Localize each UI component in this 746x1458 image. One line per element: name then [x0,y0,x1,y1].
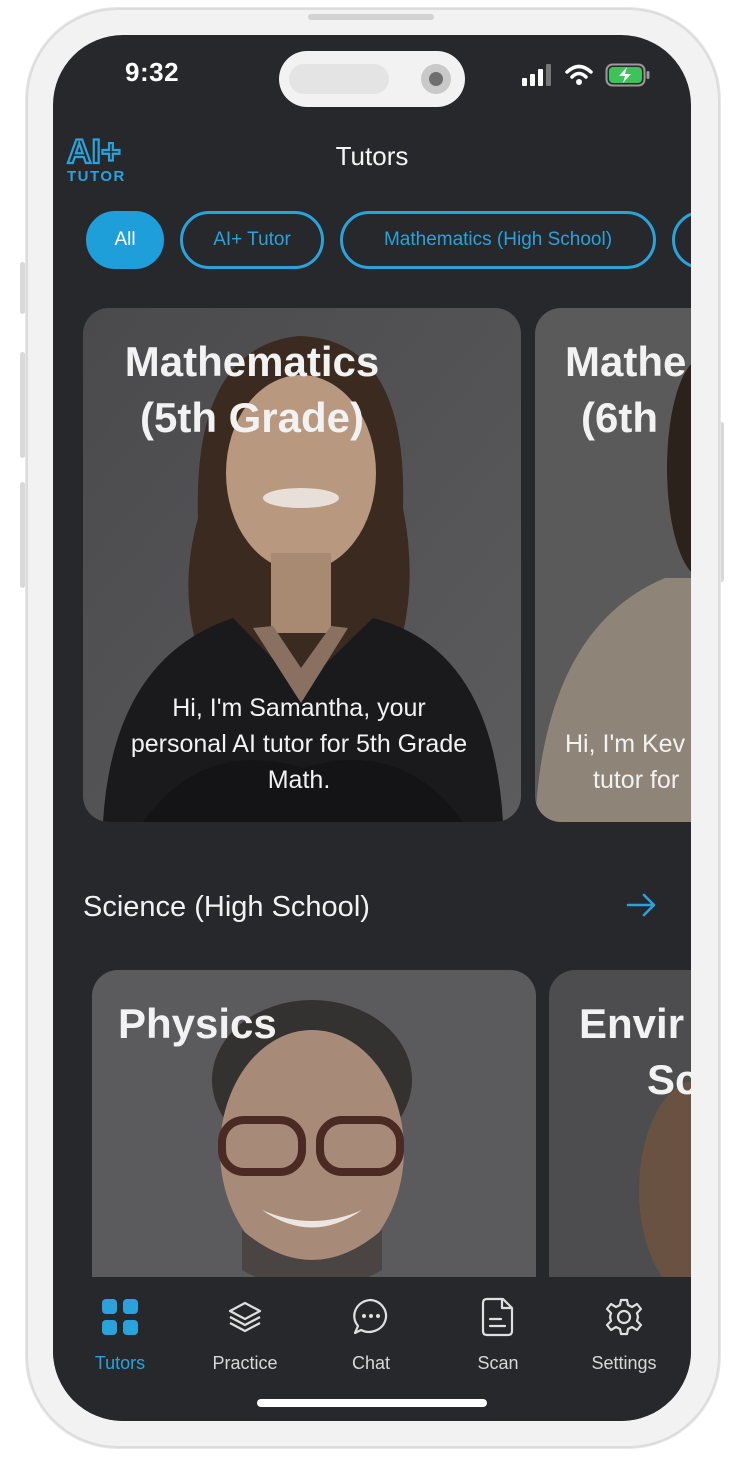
card-title-line1: Mathematics [124,338,380,385]
signal-icon [522,64,551,86]
nav-label: Settings [591,1353,657,1373]
nav-label: Tutors [94,1353,146,1373]
card-title-line1: Mathe [565,338,687,385]
action-button [20,262,25,314]
section-title: Science (High School) [83,891,370,923]
home-indicator[interactable] [257,1399,487,1407]
card-desc-line3: Math. [267,766,331,794]
gear-icon [605,1298,643,1336]
tutor-card-physics[interactable]: Physics [92,970,536,1310]
card-title-line2: (6th [581,394,658,441]
card-desc-line1: Hi, I'm Samantha, your [172,694,426,722]
card-title: Physics [118,1000,277,1047]
chat-bubble-icon [353,1298,388,1335]
nav-item-tutors[interactable]: Tutors [65,1295,175,1374]
card-desc-line2: personal AI tutor for 5th Grade [130,730,468,758]
nav-item-chat[interactable]: Chat [316,1295,426,1374]
nav-item-practice[interactable]: Practice [190,1295,300,1374]
chip-more[interactable] [672,211,691,269]
app-screen: 9:32 AI+ TUTOR Tutors All AI+ Tutor Math… [53,35,691,1421]
status-time: 9:32 [125,57,180,87]
wifi-icon [565,64,593,85]
dynamic-island [279,51,465,107]
volume-up-button [20,352,25,458]
battery-charging-icon [605,63,650,87]
tutor-card-environmental-science[interactable]: Envir Sc [549,970,691,1310]
chip-all[interactable]: All [86,211,164,269]
chip-mathematics-high-school[interactable]: Mathematics (High School) [340,211,656,269]
speaker-slot [308,14,434,20]
card-desc-line2: tutor for [593,766,680,794]
nav-item-scan[interactable]: Scan [443,1295,553,1374]
card-title-line1: Envir [579,1000,685,1047]
document-icon [481,1297,514,1337]
page-title: Tutors [335,141,409,171]
tutor-card-kevin[interactable]: Mathe (6th Hi, I'm Kev tutor for [535,308,691,822]
card-title-line2: (5th Grade) [139,394,365,441]
chip-ai-tutor[interactable]: AI+ Tutor [180,211,324,269]
status-icons [521,63,651,87]
card-title-line2: Sc [647,1056,691,1103]
tutor-card-samantha[interactable]: Mathematics (5th Grade) Hi, I'm Samantha… [83,308,521,822]
nav-item-settings[interactable]: Settings [569,1295,679,1374]
layers-icon [228,1301,262,1333]
nav-label: Scan [477,1353,519,1373]
card-desc-line1: Hi, I'm Kev [565,730,686,758]
volume-down-button [20,482,25,588]
grid-icon [102,1299,138,1335]
filter-chips: All AI+ Tutor Mathematics (High School) [86,211,691,269]
arrow-right-icon[interactable] [625,888,659,922]
nav-label: Chat [351,1353,391,1373]
nav-label: Practice [212,1353,278,1373]
